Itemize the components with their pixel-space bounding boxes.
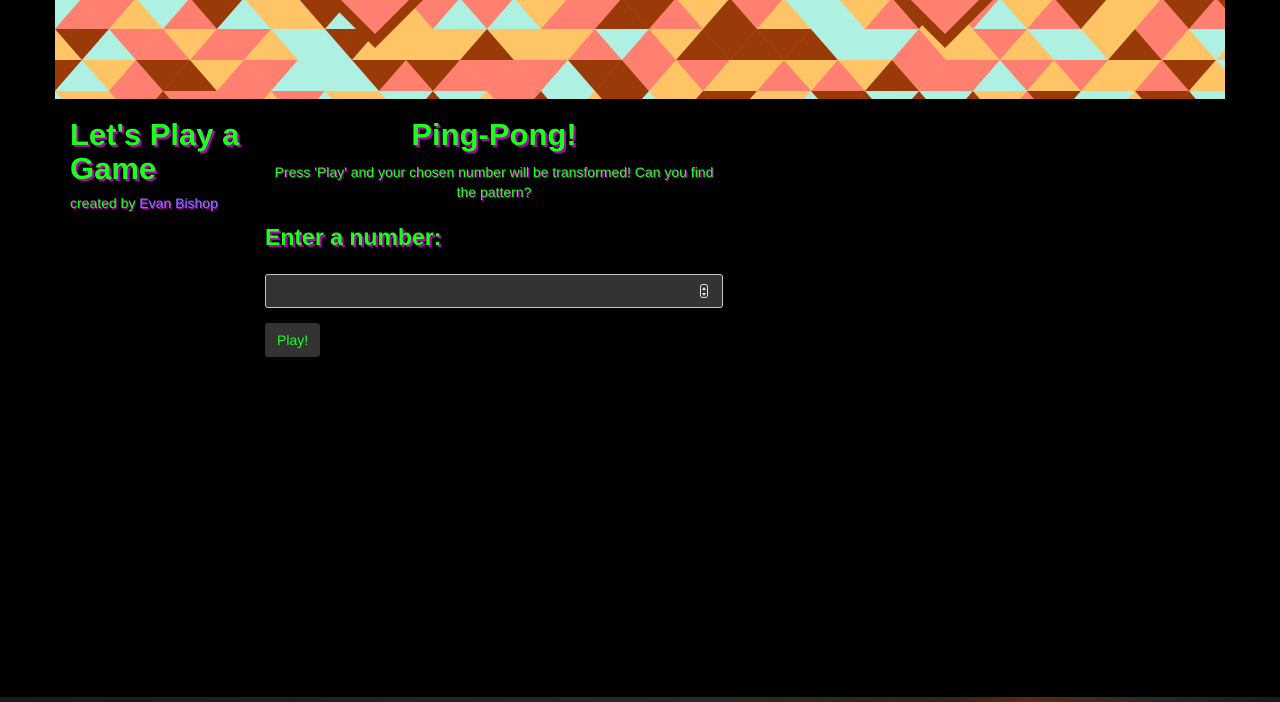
number-input-box[interactable] (265, 274, 723, 308)
spinner-down-icon[interactable] (702, 292, 706, 296)
banner-triangle (703, 91, 757, 99)
sidebar-title: Let's Play a Game (70, 117, 240, 186)
banner-triangle (649, 91, 703, 99)
number-input[interactable] (266, 275, 706, 305)
banner-triangle (271, 91, 325, 99)
banner-triangle (1027, 91, 1081, 99)
banner-triangle (1135, 91, 1189, 99)
page-window: Let's Play a Game created by Evan Bishop… (0, 0, 1280, 697)
header-banner-image (55, 0, 1225, 99)
banner-triangle (541, 91, 595, 99)
banner-triangle (109, 91, 163, 99)
banner-triangle (595, 91, 649, 99)
banner-triangle (379, 91, 433, 99)
main-content: Ping-Pong! Press 'Play' and your chosen … (265, 118, 723, 357)
banner-triangle (919, 91, 973, 99)
banner-triangle (973, 91, 1027, 99)
desktop-background-strip (0, 697, 1280, 702)
banner-triangle (217, 91, 271, 99)
credit-prefix: created by (70, 195, 140, 211)
number-prompt-label: Enter a number: (265, 224, 442, 250)
banner-triangle (325, 91, 379, 99)
banner-triangle (487, 91, 541, 99)
sidebar: Let's Play a Game created by Evan Bishop (70, 117, 250, 212)
play-button[interactable]: Play! (265, 323, 321, 357)
intro-text: Press 'Play' and your chosen number will… (274, 164, 714, 200)
number-spinner-icon[interactable] (700, 284, 708, 298)
banner-triangle (865, 91, 919, 99)
page-title: Ping-Pong! (411, 117, 577, 152)
author-link[interactable]: Evan Bishop (139, 195, 218, 211)
banner-triangle (757, 91, 811, 99)
spinner-up-icon[interactable] (702, 286, 706, 290)
banner-triangle (55, 91, 109, 99)
credit-line: created by Evan Bishop (70, 195, 250, 211)
banner-triangle (1081, 91, 1135, 99)
banner-triangle (163, 91, 217, 99)
banner-triangle (811, 91, 865, 99)
banner-triangle (433, 91, 487, 99)
